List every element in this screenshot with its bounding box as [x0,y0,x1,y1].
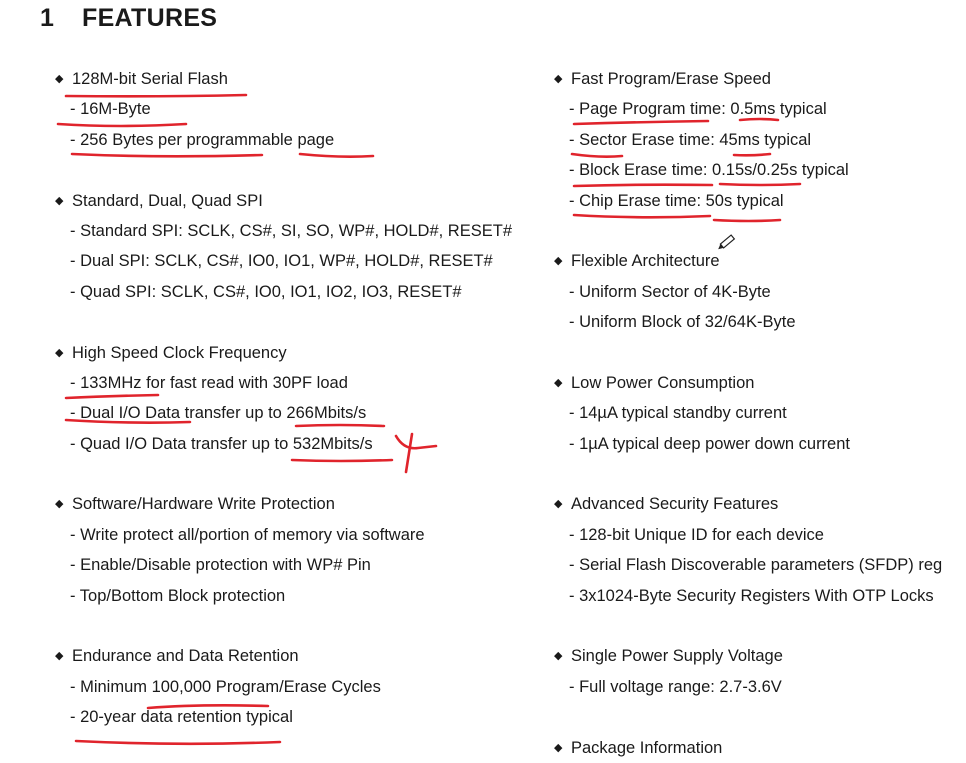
feature-item: - Standard SPI: SCLK, CS#, SI, SO, WP#, … [70,221,512,240]
diamond-bullet-icon: ◆ [55,194,64,207]
feature-item: - 133MHz for fast read with 30PF load [70,373,348,392]
feature-item: - Top/Bottom Block protection [70,586,286,605]
feature-item: - 14µA typical standby current [569,404,787,423]
feature-heading-endurance: ◆ Endurance and Data Retention [55,641,545,671]
diamond-bullet-icon: ◆ [554,73,563,85]
section-number: 1 [40,4,55,32]
diamond-bullet-icon: ◆ [554,650,563,663]
feature-heading-clock-frequency: ◆ High Speed Clock Frequency [55,338,545,368]
diamond-bullet-icon: ◆ [554,498,563,511]
feature-item: - Page Program time: 0.5ms typical [569,100,827,119]
features-right-column: ◆ Fast Program/Erase Speed - Page Program… [554,64,966,763]
section-heading: 1 FEATURES [40,4,217,33]
feature-heading-write-protection: ◆ Software/Hardware Write Protection [55,489,545,519]
feature-heading-spi-modes: ◆ Standard, Dual, Quad SPI [55,186,545,216]
feature-item: - 20-year data retention typical [70,708,293,727]
feature-item: - Serial Flash Discoverable parameters (… [569,556,943,575]
feature-heading-power-supply: ◆ Single Power Supply Voltage [554,641,966,671]
features-left-column: ◆ 128M-bit Serial Flash - 16M-Byte - 256 … [55,64,545,733]
feature-item: - Uniform Sector of 4K-Byte [569,282,771,301]
diamond-bullet-icon: ◆ [55,650,64,663]
feature-item: - Quad SPI: SCLK, CS#, IO0, IO1, IO2, IO… [70,282,462,301]
feature-item: - 128-bit Unique ID for each device [569,525,824,544]
diamond-bullet-icon: ◆ [55,73,64,85]
diamond-bullet-icon: ◆ [554,376,563,389]
feature-item: - 1µA typical deep power down current [569,434,850,453]
feature-heading-low-power: ◆ Low Power Consumption [554,368,966,398]
feature-heading-flexible-architecture: ◆ Flexible Architecture [554,246,966,276]
feature-item: - Dual SPI: SCLK, CS#, IO0, IO1, WP#, HO… [70,252,493,271]
feature-item: - Quad I/O Data transfer up to 532Mbits/… [70,434,373,453]
feature-item: - Enable/Disable protection with WP# Pin [70,556,371,575]
feature-item: - Sector Erase time: 45ms typical [569,130,812,149]
feature-item: - 16M-Byte [70,100,151,119]
feature-item: - Write protect all/portion of memory vi… [70,525,425,544]
feature-item: - Full voltage range: 2.7-3.6V [569,677,782,696]
feature-item: - Dual I/O Data transfer up to 266Mbits/… [70,404,367,423]
underline-stroke [74,739,282,746]
feature-heading-package: ◆ Package Information [554,733,966,763]
feature-item: - Uniform Block of 32/64K-Byte [569,313,796,332]
feature-item: - Chip Erase time: 50s typical [569,191,784,210]
diamond-bullet-icon: ◆ [55,346,64,359]
feature-heading-program-erase-speed: ◆ Fast Program/Erase Speed [554,64,966,94]
feature-heading-serial-flash: ◆ 128M-bit Serial Flash [55,64,545,94]
diamond-bullet-icon: ◆ [55,498,64,511]
diamond-bullet-icon: ◆ [554,255,563,268]
section-title: FEATURES [82,4,218,32]
feature-item: - Block Erase time: 0.15s/0.25s typical [569,161,849,180]
feature-item: - 3x1024-Byte Security Registers With OT… [569,586,934,605]
feature-item: - Minimum 100,000 Program/Erase Cycles [70,677,381,696]
feature-heading-security: ◆ Advanced Security Features [554,489,966,519]
diamond-bullet-icon: ◆ [554,741,563,754]
feature-item: - 256 Bytes per programmable page [70,130,335,149]
